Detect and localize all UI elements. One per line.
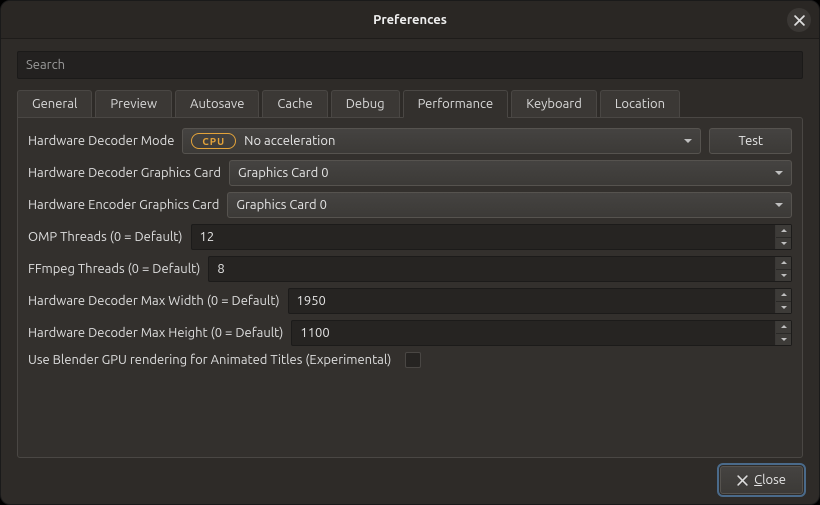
max-width-input[interactable]: 1950 <box>288 288 792 314</box>
tab-bar: General Preview Autosave Cache Debug Per… <box>17 89 803 117</box>
close-button[interactable]: Close <box>720 466 803 494</box>
dialog-footer: Close <box>17 458 803 494</box>
spin-up-button[interactable] <box>776 321 791 334</box>
row-encoder-card: Hardware Encoder Graphics Card Graphics … <box>28 192 792 218</box>
label-encoder-card: Hardware Encoder Graphics Card <box>28 198 219 212</box>
label-blender-gpu: Use Blender GPU rendering for Animated T… <box>28 353 391 367</box>
titlebar: Preferences <box>1 1 819 39</box>
row-ffmpeg-threads: FFmpeg Threads (0 = Default) 8 <box>28 256 792 282</box>
row-blender-gpu: Use Blender GPU rendering for Animated T… <box>28 352 792 368</box>
chevron-up-icon <box>781 325 787 328</box>
tab-debug[interactable]: Debug <box>331 90 400 118</box>
max-height-input[interactable]: 1100 <box>291 320 792 346</box>
chevron-down-icon <box>781 306 787 309</box>
decoder-mode-value: No acceleration <box>244 134 335 148</box>
row-decoder-card: Hardware Decoder Graphics Card Graphics … <box>28 160 792 186</box>
close-icon <box>794 15 805 26</box>
decoder-card-value: Graphics Card 0 <box>238 166 329 180</box>
blender-gpu-checkbox[interactable] <box>405 352 421 368</box>
chevron-down-icon <box>775 171 783 175</box>
spin-up-button[interactable] <box>776 257 791 270</box>
label-decoder-card: Hardware Decoder Graphics Card <box>28 166 221 180</box>
test-button[interactable]: Test <box>709 128 792 154</box>
ffmpeg-threads-value: 8 <box>217 262 224 276</box>
chevron-down-icon <box>781 242 787 245</box>
cpu-chip-icon: CPU <box>191 133 236 149</box>
window-title: Preferences <box>373 13 447 27</box>
label-max-height: Hardware Decoder Max Height (0 = Default… <box>28 326 283 340</box>
tab-autosave[interactable]: Autosave <box>175 90 259 118</box>
tab-cache[interactable]: Cache <box>262 90 327 118</box>
spin-up-button[interactable] <box>776 225 791 238</box>
chevron-down-icon <box>781 274 787 277</box>
spin-down-button[interactable] <box>776 334 791 346</box>
chevron-up-icon <box>781 229 787 232</box>
spin-down-button[interactable] <box>776 270 791 282</box>
ffmpeg-threads-input[interactable]: 8 <box>208 256 792 282</box>
window-body: Search General Preview Autosave Cache De… <box>1 39 819 504</box>
search-placeholder: Search <box>26 58 65 72</box>
spin-down-button[interactable] <box>776 302 791 314</box>
close-icon <box>737 475 748 486</box>
tab-performance[interactable]: Performance <box>403 90 509 118</box>
tab-location[interactable]: Location <box>600 90 680 118</box>
label-ffmpeg-threads: FFmpeg Threads (0 = Default) <box>28 262 200 276</box>
performance-pane: Hardware Decoder Mode CPU No acceleratio… <box>17 117 803 458</box>
label-decoder-mode: Hardware Decoder Mode <box>28 134 174 148</box>
chevron-down-icon <box>684 139 692 143</box>
encoder-card-select[interactable]: Graphics Card 0 <box>227 192 792 218</box>
window-close-button[interactable] <box>787 8 811 32</box>
row-max-width: Hardware Decoder Max Width (0 = Default)… <box>28 288 792 314</box>
chevron-up-icon <box>781 261 787 264</box>
tab-preview[interactable]: Preview <box>95 90 172 118</box>
decoder-card-select[interactable]: Graphics Card 0 <box>229 160 792 186</box>
label-omp-threads: OMP Threads (0 = Default) <box>28 230 183 244</box>
tab-keyboard[interactable]: Keyboard <box>511 90 597 118</box>
chevron-down-icon <box>781 338 787 341</box>
row-decoder-mode: Hardware Decoder Mode CPU No acceleratio… <box>28 128 792 154</box>
spin-down-button[interactable] <box>776 238 791 250</box>
row-omp-threads: OMP Threads (0 = Default) 12 <box>28 224 792 250</box>
label-max-width: Hardware Decoder Max Width (0 = Default) <box>28 294 280 308</box>
row-max-height: Hardware Decoder Max Height (0 = Default… <box>28 320 792 346</box>
decoder-mode-select[interactable]: CPU No acceleration <box>182 128 701 154</box>
chevron-up-icon <box>781 293 787 296</box>
preferences-window: Preferences Search General Preview Autos… <box>0 0 820 505</box>
omp-threads-input[interactable]: 12 <box>191 224 792 250</box>
close-button-label: Close <box>754 473 786 487</box>
search-input[interactable]: Search <box>17 51 803 79</box>
chevron-down-icon <box>775 203 783 207</box>
spin-up-button[interactable] <box>776 289 791 302</box>
max-width-value: 1950 <box>297 294 326 308</box>
encoder-card-value: Graphics Card 0 <box>236 198 327 212</box>
omp-threads-value: 12 <box>200 230 215 244</box>
tab-general[interactable]: General <box>17 90 92 118</box>
max-height-value: 1100 <box>300 326 329 340</box>
